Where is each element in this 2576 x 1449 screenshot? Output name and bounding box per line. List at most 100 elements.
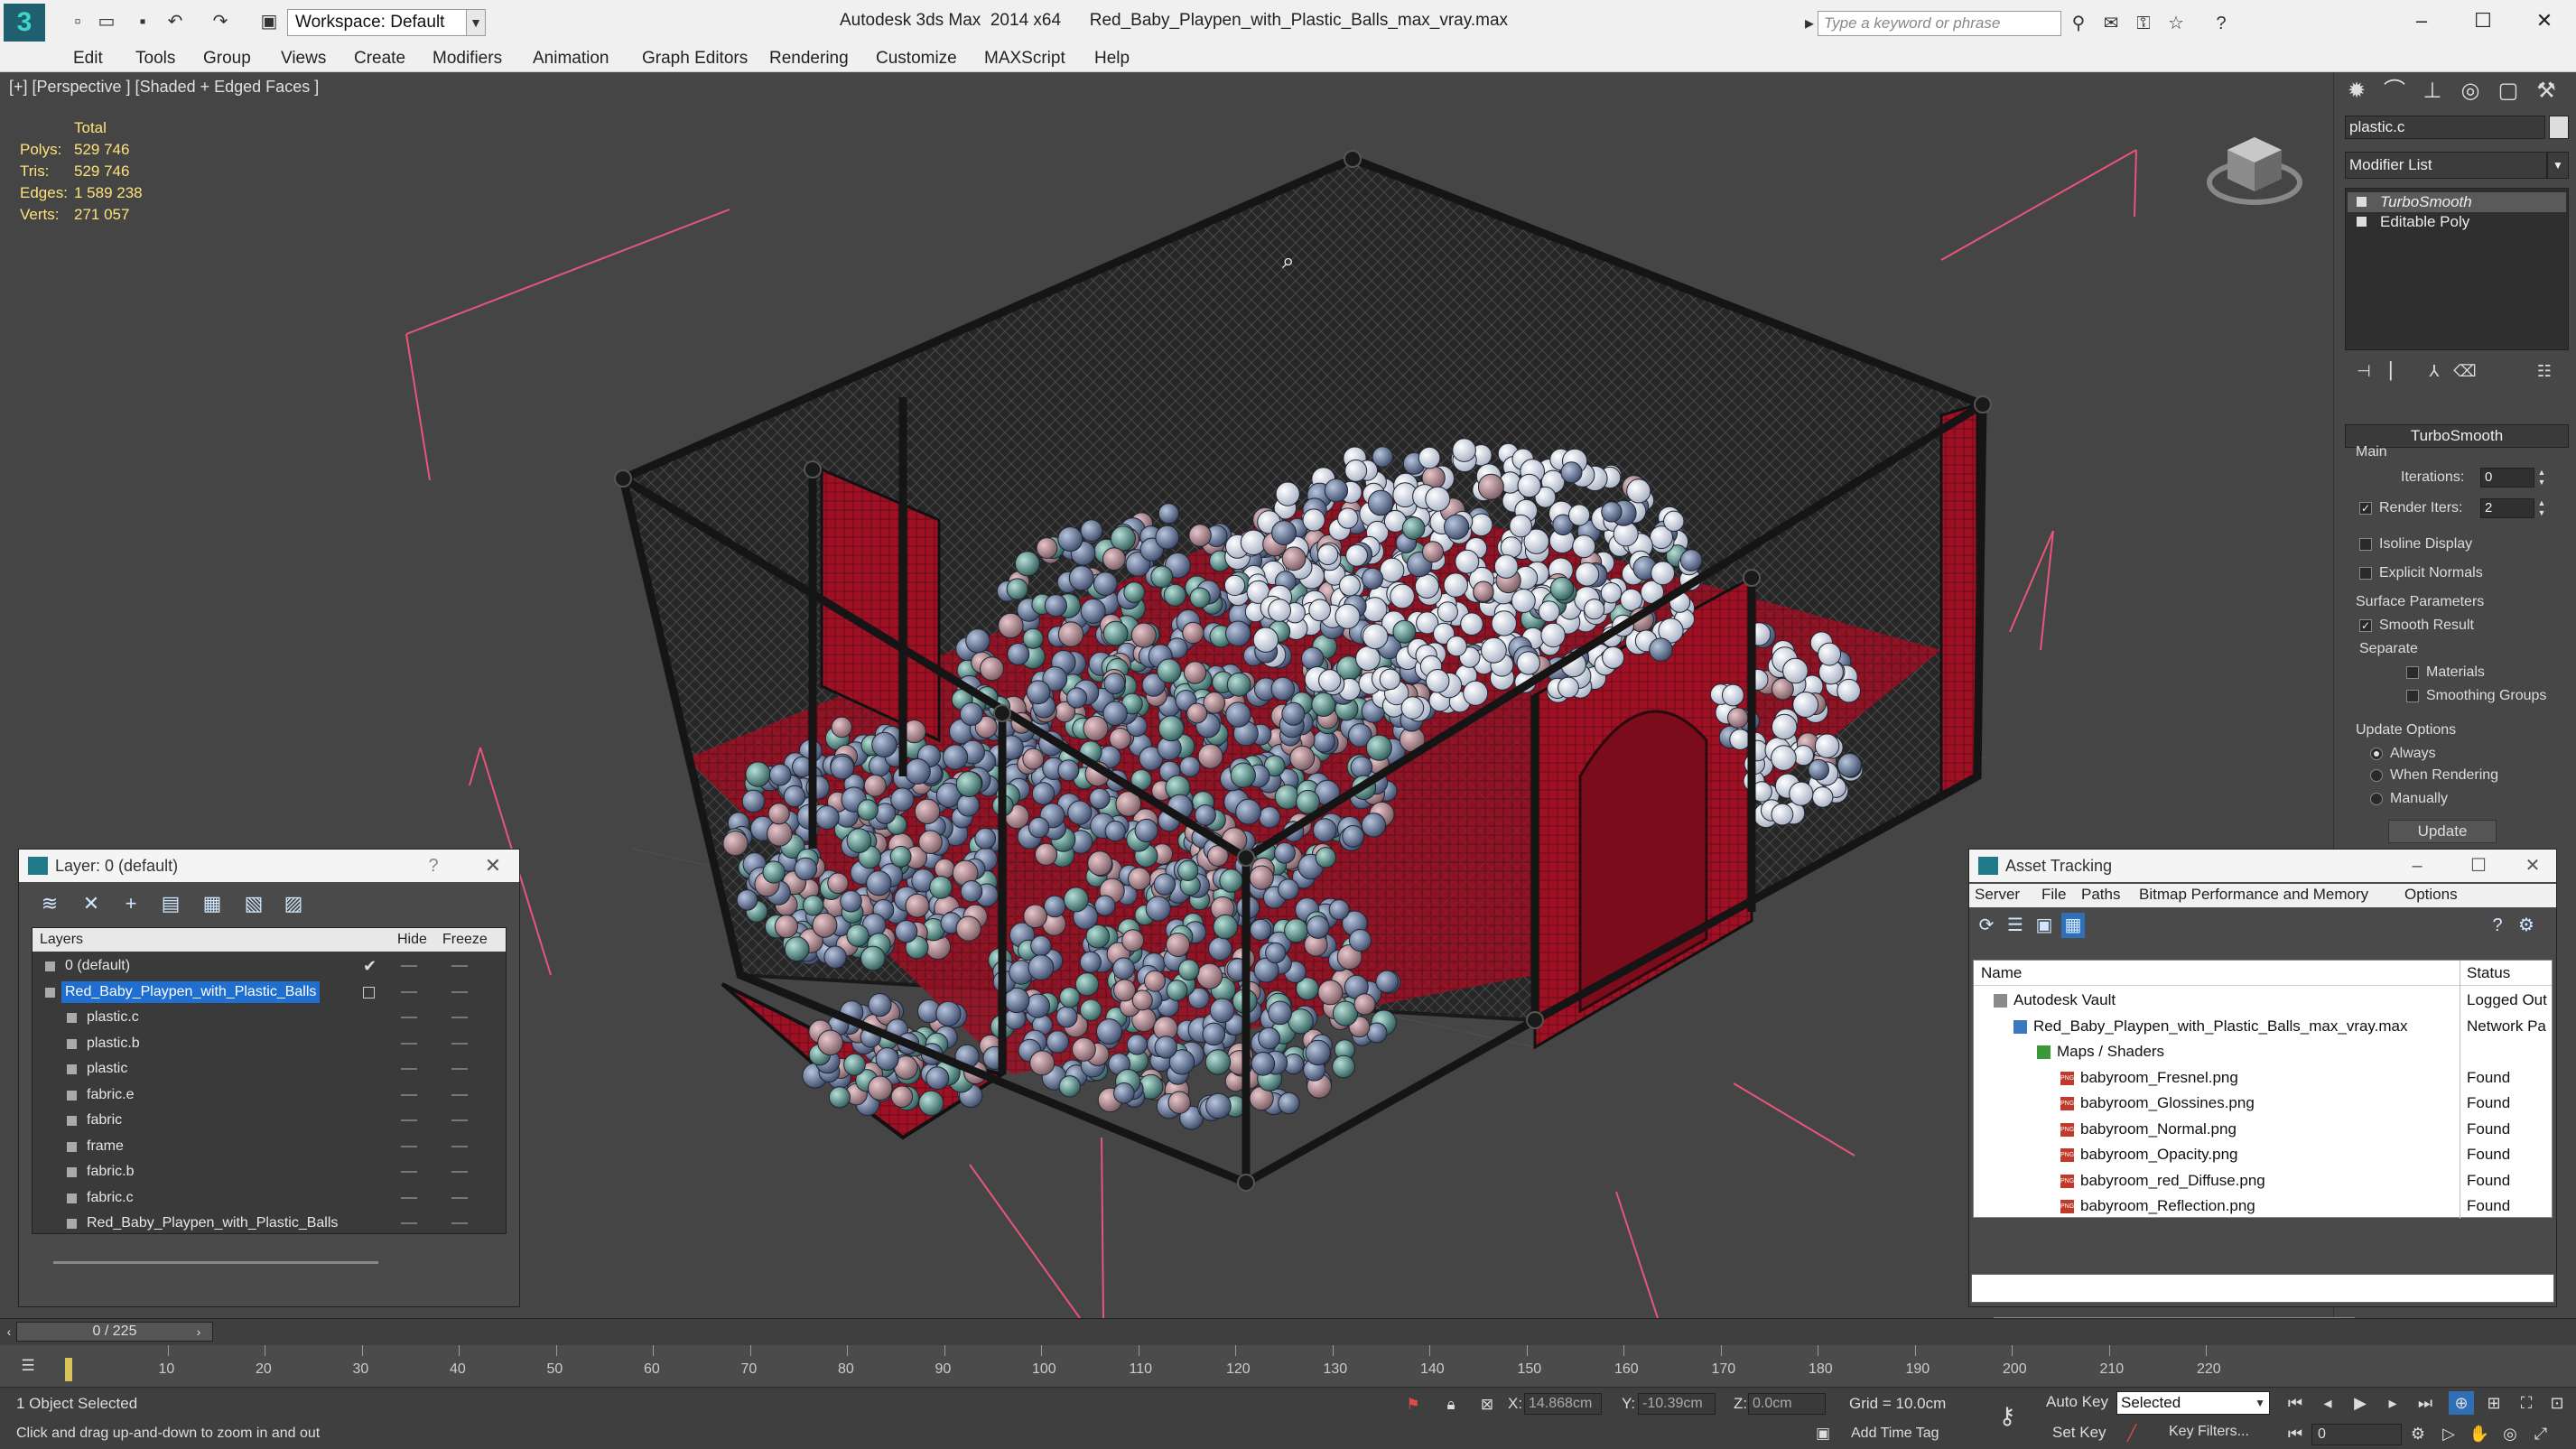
always-radio[interactable] — [2370, 748, 2383, 760]
settings-icon[interactable]: ⚙ — [2515, 913, 2538, 938]
isoline-display-checkbox[interactable] — [2359, 538, 2372, 551]
binoculars-icon[interactable]: ⚲ — [2068, 13, 2089, 34]
asset-row[interactable]: PNG babyroom_Fresnel.png Found — [1974, 1065, 2552, 1091]
when-rendering-radio[interactable] — [2370, 769, 2383, 782]
menu-edit[interactable]: Edit — [73, 49, 103, 69]
go-to-start-icon[interactable]: ⏮ — [2283, 1391, 2308, 1415]
asset-row[interactable]: PNG babyroom_Normal.png Found — [1974, 1117, 2552, 1142]
chevron-down-icon[interactable]: ▼ — [2255, 1392, 2265, 1414]
close-icon[interactable]: ✕ — [479, 850, 507, 882]
modify-tab-icon[interactable]: ⌒ — [2377, 76, 2412, 107]
app-logo-icon[interactable]: 3 — [4, 4, 45, 42]
key-mode-toggle-icon[interactable]: ⏮ — [2283, 1422, 2308, 1445]
asset-menu-file[interactable]: File — [2041, 886, 2066, 904]
object-color-swatch[interactable] — [2549, 116, 2569, 139]
zoom-all-icon[interactable]: ⊞ — [2481, 1391, 2506, 1415]
hide-toggle[interactable] — [401, 1068, 417, 1070]
remove-modifier-icon[interactable]: ⌫ — [2453, 359, 2477, 383]
lightbulb-icon[interactable] — [2357, 197, 2367, 207]
menu-views[interactable]: Views — [281, 49, 326, 69]
lock-selection-icon[interactable]: 🔒︎ — [1441, 1395, 1461, 1415]
iterations-field[interactable]: 0 — [2480, 468, 2534, 488]
modifier-list-select[interactable]: Modifier List — [2345, 152, 2547, 179]
manually-radio[interactable] — [2370, 793, 2383, 805]
hide-toggle[interactable] — [401, 1171, 417, 1173]
asset-row[interactable]: Maps / Shaders — [1974, 1039, 2552, 1064]
add-time-tag[interactable]: Add Time Tag — [1851, 1426, 1939, 1442]
open-file-icon[interactable]: ▭ — [96, 11, 117, 33]
layer-row[interactable]: Red_Baby_Playpen_with_Plastic_Balls — [34, 980, 504, 1005]
key-icon[interactable]: ⚿ — [2133, 13, 2154, 34]
layer-row[interactable]: plastic.b — [34, 1031, 504, 1056]
asset-menu-options[interactable]: Options — [2404, 886, 2458, 904]
x-coordinate-field[interactable]: 14.868cm — [1524, 1393, 1602, 1415]
render-iters-spinner[interactable]: ▲ ▼ — [2536, 498, 2547, 518]
freeze-toggle[interactable] — [451, 1093, 468, 1096]
close-button[interactable]: ✕ — [2519, 5, 2570, 36]
freeze-toggle[interactable] — [451, 1042, 468, 1045]
col-layers[interactable]: Layers — [40, 928, 83, 952]
highlight-layer-icon[interactable]: ▦ — [200, 891, 225, 916]
hide-toggle[interactable] — [401, 990, 417, 993]
col-freeze[interactable]: Freeze — [442, 928, 488, 952]
menu-rendering[interactable]: Rendering — [769, 49, 849, 69]
previous-key-icon[interactable]: ◂ — [2315, 1391, 2340, 1415]
stack-item-editable-poly[interactable]: Editable Poly — [2348, 212, 2566, 232]
make-unique-icon[interactable]: ⅄ — [2423, 359, 2446, 383]
freeze-toggle[interactable] — [451, 1222, 468, 1224]
asset-row[interactable]: PNG babyroom_Glossines.png Found — [1974, 1091, 2552, 1116]
menu-tools[interactable]: Tools — [135, 49, 175, 69]
search-input[interactable]: Type a keyword or phrase — [1818, 11, 2061, 36]
save-file-icon[interactable]: ▪ — [132, 11, 153, 33]
maximize-viewport-icon[interactable]: ⤢ — [2528, 1422, 2553, 1445]
pan-view-icon[interactable]: ✋ — [2467, 1422, 2492, 1445]
zoom-icon[interactable]: ⊕ — [2449, 1391, 2474, 1415]
set-key-icon[interactable]: ⚷ — [1997, 1404, 2017, 1427]
freeze-toggle[interactable] — [451, 1171, 468, 1173]
freeze-all-icon[interactable]: ▨ — [281, 891, 306, 916]
key-mode-icon[interactable]: ╱ — [2122, 1424, 2142, 1444]
utilities-tab-icon[interactable]: ⚒ — [2529, 76, 2563, 107]
favorites-star-icon[interactable]: ☆ — [2165, 13, 2187, 34]
add-to-layer-icon[interactable]: + — [118, 891, 144, 916]
smooth-result-checkbox[interactable]: ✓ — [2359, 619, 2372, 632]
freeze-toggle[interactable] — [451, 990, 468, 993]
layer-row[interactable]: fabric.e — [34, 1082, 504, 1108]
asset-menu-bitmap[interactable]: Bitmap Performance and Memory — [2139, 886, 2368, 904]
col-name[interactable]: Name — [1981, 961, 2022, 986]
open-mini-curve-editor-icon[interactable]: ☰ — [18, 1356, 38, 1376]
minimize-button[interactable]: – — [2396, 5, 2447, 36]
col-hide[interactable]: Hide — [397, 928, 427, 952]
undo-icon[interactable]: ↶ — [164, 11, 186, 33]
explicit-normals-checkbox[interactable] — [2359, 567, 2372, 580]
isolate-selection-icon[interactable]: ⚑ — [1403, 1395, 1423, 1415]
asset-row[interactable]: Autodesk Vault Logged Out — [1974, 988, 2552, 1013]
layer-row[interactable]: fabric.b — [34, 1159, 504, 1184]
layer-tool-icon[interactable]: ≋ — [37, 891, 62, 916]
set-current-layer-icon[interactable] — [363, 986, 375, 999]
hide-toggle[interactable] — [401, 1119, 417, 1121]
smoothing-groups-checkbox[interactable] — [2406, 690, 2419, 702]
freeze-toggle[interactable] — [451, 1119, 468, 1121]
show-end-result-icon[interactable]: ▏ — [2385, 359, 2408, 383]
pin-stack-icon[interactable]: ⊣ — [2352, 359, 2376, 383]
create-tab-icon[interactable]: ✹ — [2339, 76, 2374, 107]
close-button[interactable]: ✕ — [2515, 850, 2551, 882]
object-name-field[interactable]: plastic.c — [2345, 116, 2545, 139]
workspace-dropdown-icon[interactable]: ▼ — [466, 9, 486, 36]
field-of-view-icon[interactable]: ▷ — [2436, 1422, 2461, 1445]
hide-toggle[interactable] — [401, 1042, 417, 1045]
layer-row[interactable]: plastic.c — [34, 1005, 504, 1030]
current-frame-marker[interactable] — [65, 1358, 72, 1381]
time-slider[interactable]: 0 / 225 — [16, 1322, 213, 1342]
layer-row[interactable]: frame — [34, 1134, 504, 1159]
configure-modifier-sets-icon[interactable]: ☷ — [2533, 359, 2556, 383]
current-layer-check-icon[interactable]: ✔ — [363, 953, 377, 979]
auto-key-button[interactable]: Auto Key — [2046, 1393, 2108, 1411]
menu-graph-editors[interactable]: Graph Editors — [642, 49, 748, 69]
viewcube-icon[interactable] — [2205, 119, 2304, 218]
zoom-extents-all-icon[interactable]: ⊡ — [2544, 1391, 2570, 1415]
materials-checkbox[interactable] — [2406, 666, 2419, 679]
layer-row[interactable]: fabric — [34, 1108, 504, 1133]
freeze-toggle[interactable] — [451, 1017, 468, 1018]
